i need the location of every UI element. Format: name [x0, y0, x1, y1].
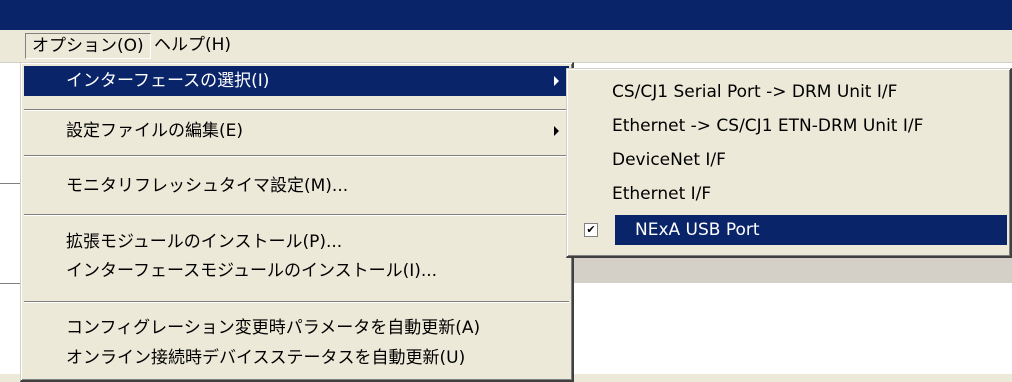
submenu-item-label: DeviceNet I/F	[612, 150, 726, 170]
menu-help[interactable]: ヘルプ(H)	[148, 33, 237, 57]
options-dropdown-menu: インターフェースの選択(I) 設定ファイルの編集(E) モニタリフレッシュタイマ…	[20, 62, 574, 382]
interface-submenu: CS/CJ1 Serial Port -> DRM Unit I/F Ether…	[566, 68, 1012, 258]
submenu-item-serial-drm[interactable]: CS/CJ1 Serial Port -> DRM Unit I/F	[570, 77, 1007, 107]
menu-separator	[24, 109, 569, 111]
menu-item-label: モニタリフレッシュタイマ設定(M)...	[66, 176, 349, 196]
menu-separator	[24, 155, 569, 157]
menu-item-auto-update-parameters[interactable]: コンフィグレーション変更時パラメータを自動更新(A)	[24, 313, 569, 343]
menu-item-install-interface-module[interactable]: インターフェースモジュールのインストール(I)...	[24, 256, 569, 286]
submenu-item-ethernet[interactable]: Ethernet I/F	[570, 179, 1007, 209]
background-toolbar	[570, 255, 1012, 283]
submenu-item-nexa-usb[interactable]: NExA USB Port	[615, 215, 1007, 245]
menu-options[interactable]: オプション(O)	[25, 33, 151, 59]
menu-item-label: オンライン接続時デバイスステータスを自動更新(U)	[66, 348, 466, 368]
submenu-arrow-icon	[554, 76, 559, 86]
submenu-arrow-icon	[554, 126, 559, 136]
window-title-bar	[0, 0, 1012, 30]
checkmark-icon: ✔	[584, 223, 598, 237]
menu-item-label: コンフィグレーション変更時パラメータを自動更新(A)	[66, 318, 481, 338]
menu-separator	[24, 214, 569, 216]
menu-item-label: インターフェースモジュールのインストール(I)...	[66, 261, 438, 281]
menu-item-label: インターフェースの選択(I)	[66, 71, 270, 91]
submenu-item-label: Ethernet -> CS/CJ1 ETN-DRM Unit I/F	[612, 116, 924, 136]
menu-item-auto-update-device-status[interactable]: オンライン接続時デバイスステータスを自動更新(U)	[24, 343, 569, 373]
menu-item-select-interface[interactable]: インターフェースの選択(I)	[24, 66, 569, 96]
menu-item-install-extension-module[interactable]: 拡張モジュールのインストール(P)...	[24, 227, 569, 257]
menu-item-edit-settings-file[interactable]: 設定ファイルの編集(E)	[24, 116, 569, 146]
submenu-item-label: CS/CJ1 Serial Port -> DRM Unit I/F	[612, 82, 898, 102]
menu-item-monitor-refresh-timer[interactable]: モニタリフレッシュタイマ設定(M)...	[24, 171, 569, 201]
submenu-item-label: Ethernet I/F	[612, 184, 712, 204]
menu-item-label: 設定ファイルの編集(E)	[66, 121, 244, 141]
submenu-item-ethernet-etn-drm[interactable]: Ethernet -> CS/CJ1 ETN-DRM Unit I/F	[570, 111, 1007, 141]
menu-separator	[24, 301, 569, 303]
submenu-item-devicenet[interactable]: DeviceNet I/F	[570, 145, 1007, 175]
menu-item-label: 拡張モジュールのインストール(P)...	[66, 232, 343, 252]
submenu-item-label: NExA USB Port	[635, 220, 760, 240]
menu-bar: オプション(O) ヘルプ(H)	[0, 30, 1012, 63]
